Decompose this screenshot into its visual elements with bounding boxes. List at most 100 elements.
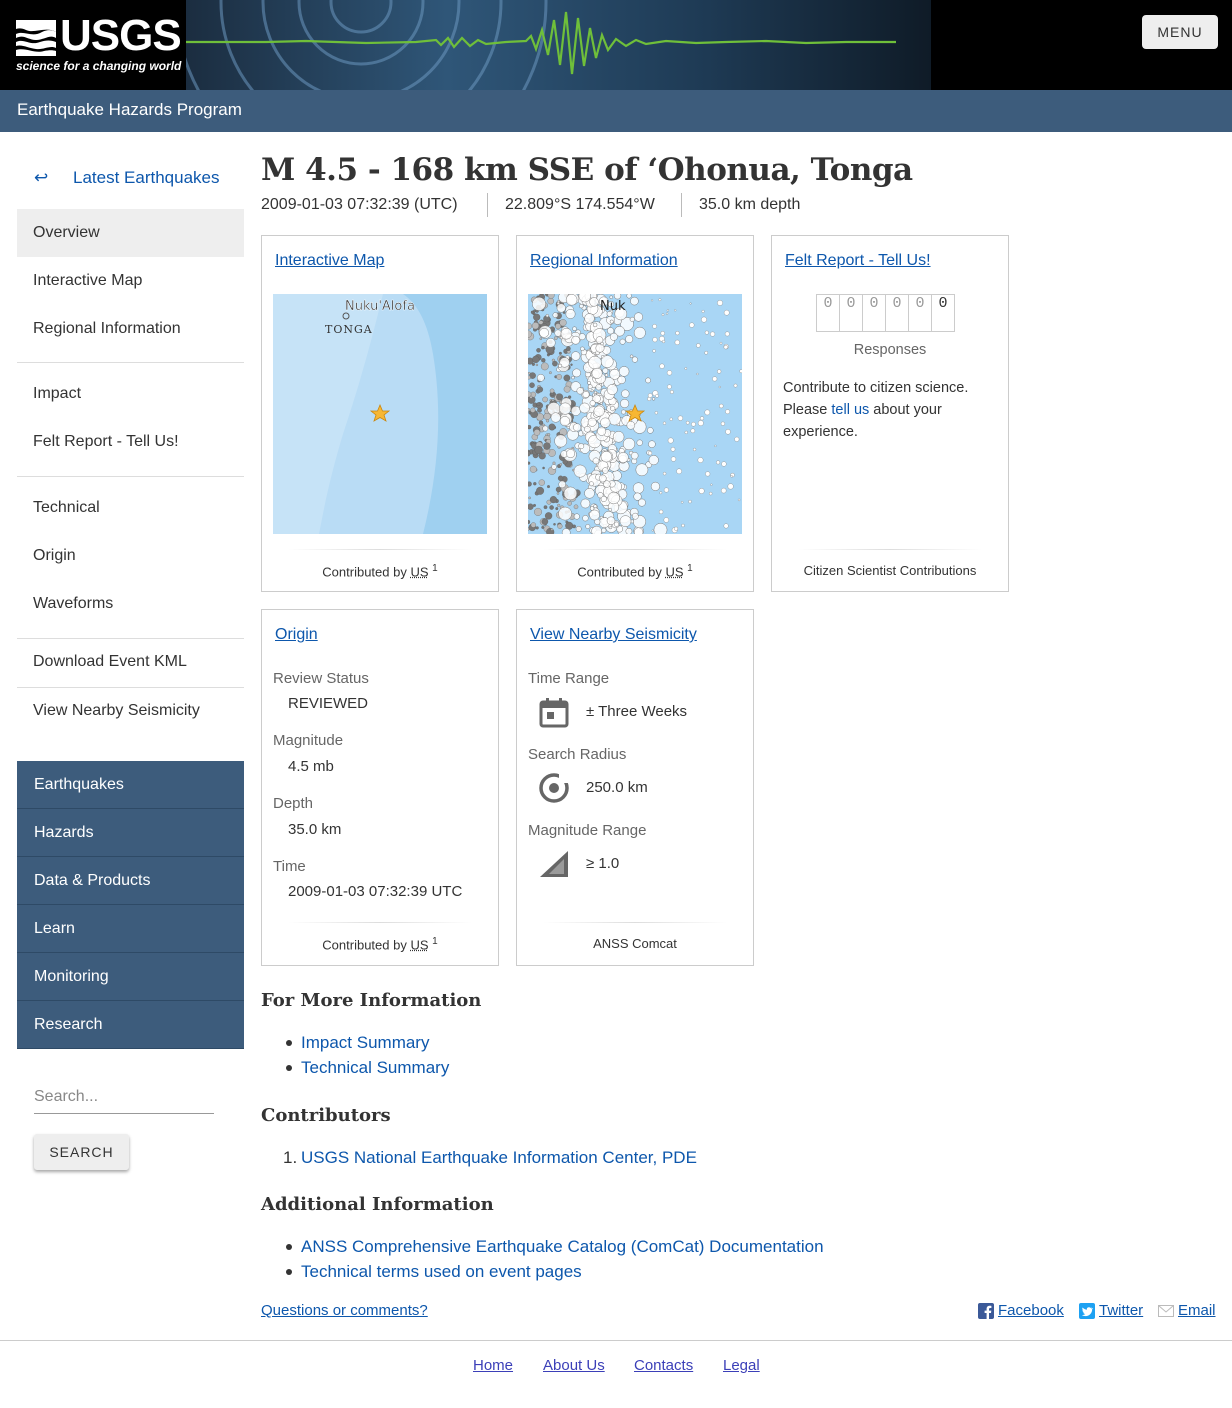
- magnitude-value: 4.5 mb: [288, 758, 334, 775]
- regional-contributor: Contributed by US 1: [577, 563, 693, 580]
- nearby-seismicity-card: View Nearby Seismicity Time Range ± Thre…: [516, 609, 754, 966]
- site-nav-hazards[interactable]: Hazards: [17, 809, 244, 857]
- facebook-share-link[interactable]: Facebook: [998, 1302, 1064, 1319]
- event-time: 2009-01-03 07:32:39 (UTC): [261, 196, 458, 213]
- sidebar-item-regional-information[interactable]: Regional Information: [17, 305, 244, 353]
- technical-terms-link[interactable]: Technical terms used on event pages: [301, 1262, 582, 1281]
- footer-legal-link[interactable]: Legal: [723, 1357, 760, 1374]
- counter-digit: 0: [862, 294, 886, 332]
- interactive-map-card: Interactive Map Nuku'Alofa TONGA Contrib…: [261, 235, 499, 592]
- sidebar-item-download-kml[interactable]: Download Event KML: [17, 638, 244, 686]
- card-foot-divider: [288, 549, 472, 550]
- event-depth: 35.0 km depth: [699, 196, 801, 213]
- usgs-wave-logo-icon: [16, 20, 56, 56]
- felt-report-description: Contribute to citizen science. Please te…: [783, 380, 969, 440]
- footer-about-link[interactable]: About Us: [543, 1357, 605, 1374]
- facebook-icon[interactable]: [978, 1303, 994, 1319]
- list-number: 1.: [283, 1148, 298, 1167]
- map-label-tonga: TONGA: [325, 323, 373, 336]
- search-radius-value: 250.0 km: [586, 779, 648, 796]
- contributors-heading: Contributors: [261, 1105, 391, 1126]
- counter-digit: 0: [816, 294, 840, 332]
- search-button[interactable]: SEARCH: [34, 1134, 129, 1170]
- impact-summary-link[interactable]: Impact Summary: [301, 1033, 429, 1052]
- regional-seismicity-map[interactable]: Nuk: [528, 294, 742, 534]
- depth-value: 35.0 km: [288, 821, 342, 838]
- responses-label: Responses: [853, 342, 927, 358]
- usgs-logo[interactable]: USGS science for a changing world: [16, 12, 182, 76]
- additional-info-heading: Additional Information: [261, 1194, 494, 1215]
- review-status-value: REVIEWED: [288, 695, 369, 712]
- site-navigation: Earthquakes Hazards Data & Products Lear…: [17, 761, 244, 1049]
- card-foot-divider: [543, 922, 727, 923]
- comcat-documentation-link[interactable]: ANSS Comprehensive Earthquake Catalog (C…: [301, 1237, 824, 1256]
- meta-divider: [487, 193, 488, 217]
- sidebar-item-origin[interactable]: Origin: [17, 532, 244, 580]
- magnitude-range-icon: [540, 851, 568, 877]
- counter-digit: 0: [908, 294, 932, 332]
- magnitude-range-value: ≥ 1.0: [586, 855, 620, 872]
- card-foot-divider: [543, 549, 727, 550]
- meta-divider: [681, 193, 682, 217]
- counter-digit: 0: [839, 294, 863, 332]
- questions-link[interactable]: Questions or comments?: [261, 1302, 428, 1319]
- target-icon: [539, 773, 569, 803]
- footer-home-link[interactable]: Home: [473, 1357, 513, 1374]
- email-share-link[interactable]: Email: [1178, 1302, 1216, 1319]
- magnitude-label: Magnitude: [273, 732, 344, 749]
- site-nav-data-products[interactable]: Data & Products: [17, 857, 244, 905]
- email-icon[interactable]: [1158, 1303, 1174, 1319]
- contributor-link[interactable]: USGS National Earthquake Information Cen…: [301, 1148, 697, 1167]
- program-title-link[interactable]: Earthquake Hazards Program: [17, 100, 242, 120]
- sidebar-item-waveforms[interactable]: Waveforms: [17, 580, 244, 628]
- time-value: 2009-01-03 07:32:39 UTC: [288, 883, 463, 900]
- card-foot-divider: [798, 549, 982, 550]
- site-nav-earthquakes[interactable]: Earthquakes: [17, 761, 244, 809]
- felt-report-card: Felt Report - Tell Us! 0 0 0 0 0 0 Respo…: [771, 235, 1009, 592]
- event-location: 22.809°S 174.554°W: [505, 196, 655, 213]
- latest-earthquakes-link[interactable]: ↩ Latest Earthquakes: [17, 168, 244, 194]
- sidebar-item-technical[interactable]: Technical: [17, 484, 244, 532]
- footer-contacts-link[interactable]: Contacts: [634, 1357, 693, 1374]
- felt-response-counter: 0 0 0 0 0 0: [816, 294, 955, 332]
- sidebar-divider: [17, 362, 244, 363]
- site-nav-monitoring[interactable]: Monitoring: [17, 953, 244, 1001]
- time-range-label: Time Range: [528, 670, 610, 687]
- counter-digit: 0: [931, 294, 955, 332]
- origin-card: Origin Review Status REVIEWED Magnitude …: [261, 609, 499, 966]
- origin-contributor: Contributed by US 1: [322, 936, 438, 953]
- depth-label: Depth: [273, 795, 314, 812]
- twitter-icon[interactable]: [1079, 1303, 1095, 1319]
- sidebar-item-interactive-map[interactable]: Interactive Map: [17, 257, 244, 305]
- twitter-share-link[interactable]: Twitter: [1099, 1302, 1143, 1319]
- site-nav-research[interactable]: Research: [17, 1001, 244, 1049]
- logo-tagline: science for a changing world: [16, 59, 182, 73]
- contributors-list: 1. USGS National Earthquake Information C…: [283, 1145, 697, 1170]
- calendar-icon: [539, 698, 569, 728]
- interactive-map-thumbnail[interactable]: Nuku'Alofa TONGA: [273, 294, 487, 534]
- sidebar-item-felt-report[interactable]: Felt Report - Tell Us!: [17, 418, 244, 466]
- sidebar-item-impact[interactable]: Impact: [17, 370, 244, 418]
- felt-report-card-title[interactable]: Felt Report - Tell Us!: [785, 252, 931, 270]
- map-label-nuk: Nuk: [600, 299, 626, 314]
- regional-information-card: Regional Information Nuk Contributed by …: [516, 235, 754, 592]
- back-link-label: Latest Earthquakes: [73, 168, 220, 187]
- menu-button[interactable]: MENU: [1142, 15, 1218, 49]
- seismicity-foot: ANSS Comcat: [593, 936, 677, 951]
- page-title: M 4.5 - 168 km SSE of ‘Ohonua, Tonga: [261, 152, 913, 188]
- technical-summary-link[interactable]: Technical Summary: [301, 1058, 449, 1077]
- map-label-nuku-alofa: Nuku'Alofa: [345, 299, 415, 314]
- sidebar-item-overview[interactable]: Overview: [17, 209, 244, 257]
- origin-card-title[interactable]: Origin: [275, 626, 318, 644]
- tell-us-link[interactable]: tell us: [831, 402, 869, 418]
- interactive-map-card-title[interactable]: Interactive Map: [275, 252, 384, 270]
- time-range-value: ± Three Weeks: [586, 703, 688, 720]
- regional-information-card-title[interactable]: Regional Information: [530, 252, 678, 270]
- search-input[interactable]: [34, 1080, 214, 1114]
- back-arrow-icon: ↩: [34, 168, 49, 187]
- logo-wordmark: USGS: [60, 11, 182, 60]
- site-nav-learn[interactable]: Learn: [17, 905, 244, 953]
- nearby-seismicity-card-title[interactable]: View Nearby Seismicity: [530, 626, 697, 644]
- review-status-label: Review Status: [273, 670, 369, 687]
- sidebar-item-nearby-seismicity[interactable]: View Nearby Seismicity: [17, 687, 244, 735]
